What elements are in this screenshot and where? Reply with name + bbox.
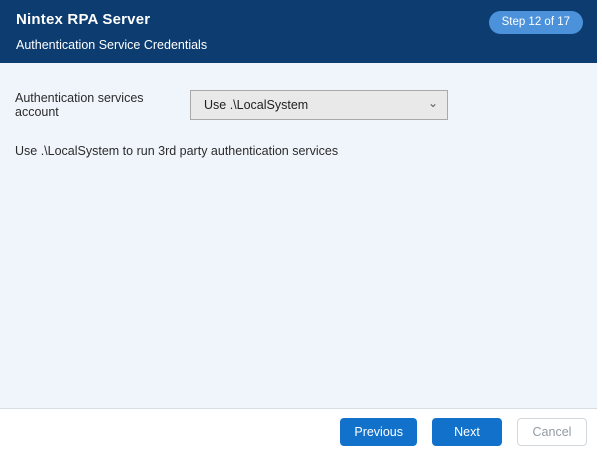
- account-form-row: Authentication services account Use .\Lo…: [15, 90, 582, 120]
- installer-window: Nintex RPA Server Authentication Service…: [0, 0, 597, 454]
- previous-button[interactable]: Previous: [340, 418, 417, 446]
- wizard-header: Nintex RPA Server Authentication Service…: [0, 0, 597, 63]
- wizard-footer: Previous Next Cancel: [0, 408, 597, 454]
- chevron-down-icon: ⌄: [428, 98, 438, 108]
- cancel-button[interactable]: Cancel: [517, 418, 587, 446]
- step-progress-badge: Step 12 of 17: [489, 11, 583, 34]
- wizard-content: Authentication services account Use .\Lo…: [0, 63, 597, 408]
- account-select-label: Authentication services account: [15, 91, 190, 119]
- step-title: Authentication Service Credentials: [16, 37, 581, 53]
- authentication-account-selected-value: Use .\LocalSystem: [204, 98, 308, 112]
- next-button[interactable]: Next: [432, 418, 502, 446]
- account-description-text: Use .\LocalSystem to run 3rd party authe…: [15, 144, 582, 158]
- authentication-account-select[interactable]: Use .\LocalSystem ⌄: [190, 90, 448, 120]
